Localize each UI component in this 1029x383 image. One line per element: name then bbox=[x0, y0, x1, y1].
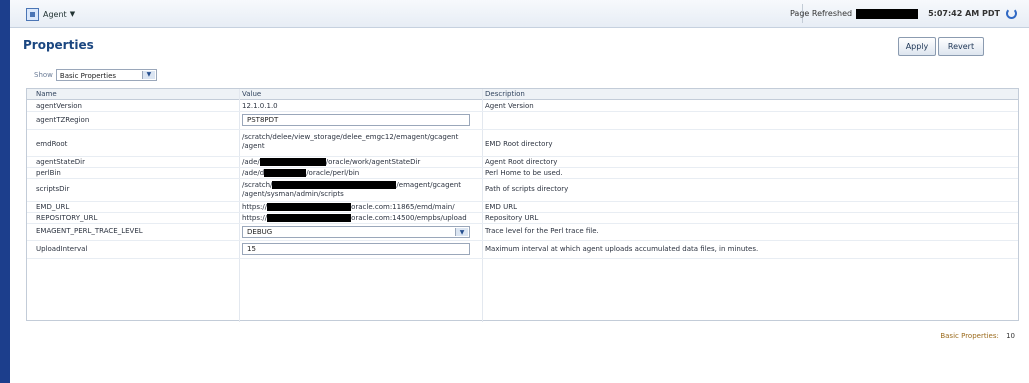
row-description: Maximum interval at which agent uploads … bbox=[485, 245, 759, 253]
row-description: Trace level for the Perl trace file. bbox=[485, 227, 599, 235]
table-row: EMAGENT_PERL_TRACE_LEVEL DEBUG ▼ Trace l… bbox=[27, 223, 1018, 241]
row-name: scriptsDir bbox=[36, 185, 70, 193]
show-label: Show bbox=[34, 71, 53, 79]
agent-icon bbox=[26, 7, 39, 21]
column-header-name: Name bbox=[36, 90, 57, 98]
row-value: https:// oracle.com:11865/emd/main/ bbox=[242, 203, 484, 212]
table-row: scriptsDir /scratch//emagent/gcagent /ag… bbox=[27, 178, 1018, 202]
agent-menu[interactable]: Agent ▼ bbox=[26, 7, 75, 21]
refresh-time: 5:07:42 AM PDT bbox=[928, 9, 1000, 18]
row-value-prefix: https:// bbox=[242, 214, 268, 222]
row-name: EMAGENT_PERL_TRACE_LEVEL bbox=[36, 227, 143, 235]
row-value: /ade/ /oracle/work/agentStateDir bbox=[242, 158, 484, 167]
row-value-suffix: /oracle/perl/bin bbox=[306, 169, 360, 177]
row-description: EMD Root directory bbox=[485, 140, 553, 148]
table-row: agentTZRegion PST8PDT bbox=[27, 111, 1018, 130]
row-value-prefix: /scratch/ bbox=[242, 181, 273, 189]
page-refreshed-label: Page Refreshed bbox=[789, 9, 853, 18]
page-refresh-status: Page Refreshed 5:07:42 AM PDT bbox=[790, 5, 1017, 22]
properties-type-select[interactable]: Basic Properties ▼ bbox=[55, 69, 157, 81]
chevron-down-icon: ▼ bbox=[141, 71, 155, 79]
chevron-down-icon: ▼ bbox=[69, 10, 76, 18]
row-value-suffix: /oracle/work/agentStateDir bbox=[325, 158, 421, 166]
table-header: Name Value Description bbox=[27, 89, 1018, 100]
row-description: Repository URL bbox=[485, 214, 539, 222]
redacted-value bbox=[272, 181, 397, 189]
agent-tz-region-input[interactable]: PST8PDT bbox=[242, 114, 470, 126]
redacted-date bbox=[856, 8, 919, 19]
upload-interval-input[interactable]: 15 bbox=[242, 243, 470, 255]
row-name: UploadInterval bbox=[36, 245, 88, 253]
row-value-prefix: /ade/ bbox=[242, 158, 260, 166]
agent-menu-label: Agent bbox=[43, 9, 67, 19]
row-value: /ade/d/oracle/perl/bin bbox=[242, 169, 484, 178]
refresh-icon[interactable] bbox=[1006, 8, 1017, 19]
row-name: perlBin bbox=[36, 169, 61, 177]
row-value-prefix: /ade/d bbox=[242, 169, 265, 177]
row-name: EMD_URL bbox=[36, 203, 70, 211]
row-value-prefix: https:// bbox=[242, 203, 268, 211]
chevron-down-icon: ▼ bbox=[455, 228, 468, 236]
row-description: Path of scripts directory bbox=[485, 185, 569, 193]
row-value: /scratch/delee/view_storage/delee_emgc12… bbox=[242, 133, 459, 150]
properties-table: Name Value Description agentVersion 12.1… bbox=[26, 88, 1019, 322]
redacted-value bbox=[267, 214, 352, 222]
left-accent-bar bbox=[0, 0, 10, 383]
column-header-value: Value bbox=[242, 90, 262, 98]
row-name: emdRoot bbox=[36, 140, 68, 148]
table-row: UploadInterval 15 Maximum interval at wh… bbox=[27, 240, 1018, 259]
revert-button[interactable]: Revert bbox=[938, 37, 984, 56]
row-description: Agent Root directory bbox=[485, 158, 558, 166]
row-description: EMD URL bbox=[485, 203, 517, 211]
row-value: 12.1.0.1.0 bbox=[242, 102, 278, 110]
redacted-value bbox=[267, 203, 352, 211]
redacted-value bbox=[259, 158, 326, 166]
row-name: REPOSITORY_URL bbox=[36, 214, 98, 222]
row-description: Agent Version bbox=[485, 102, 534, 110]
row-name: agentVersion bbox=[36, 102, 82, 110]
table-row: emdRoot /scratch/delee/view_storage/dele… bbox=[27, 129, 1018, 157]
redacted-value bbox=[264, 169, 307, 177]
footer-count: 10 bbox=[1006, 332, 1015, 340]
row-value: /scratch//emagent/gcagent /agent/sysman/… bbox=[242, 181, 484, 199]
perl-trace-level-selected: DEBUG bbox=[247, 228, 273, 236]
top-toolbar: Agent ▼ Page Refreshed 5:07:42 AM PDT bbox=[10, 0, 1029, 28]
footer-label: Basic Properties: bbox=[940, 332, 999, 340]
properties-type-selected: Basic Properties bbox=[59, 72, 117, 80]
page-title: Properties bbox=[23, 38, 94, 52]
show-filter-row: Show Basic Properties ▼ bbox=[34, 69, 157, 81]
row-value-suffix: oracle.com:11865/emd/main/ bbox=[351, 203, 455, 211]
row-value: https:// oracle.com:14500/empbs/upload bbox=[242, 214, 484, 223]
perl-trace-level-select[interactable]: DEBUG ▼ bbox=[242, 226, 470, 238]
row-description: Perl Home to be used. bbox=[485, 169, 563, 177]
table-footer: Basic Properties: 10 bbox=[940, 332, 1015, 340]
column-header-description: Description bbox=[485, 90, 525, 98]
apply-button[interactable]: Apply bbox=[898, 37, 936, 56]
row-name: agentTZRegion bbox=[36, 116, 90, 124]
row-value-suffix: oracle.com:14500/empbs/upload bbox=[351, 214, 467, 222]
row-name: agentStateDir bbox=[36, 158, 85, 166]
